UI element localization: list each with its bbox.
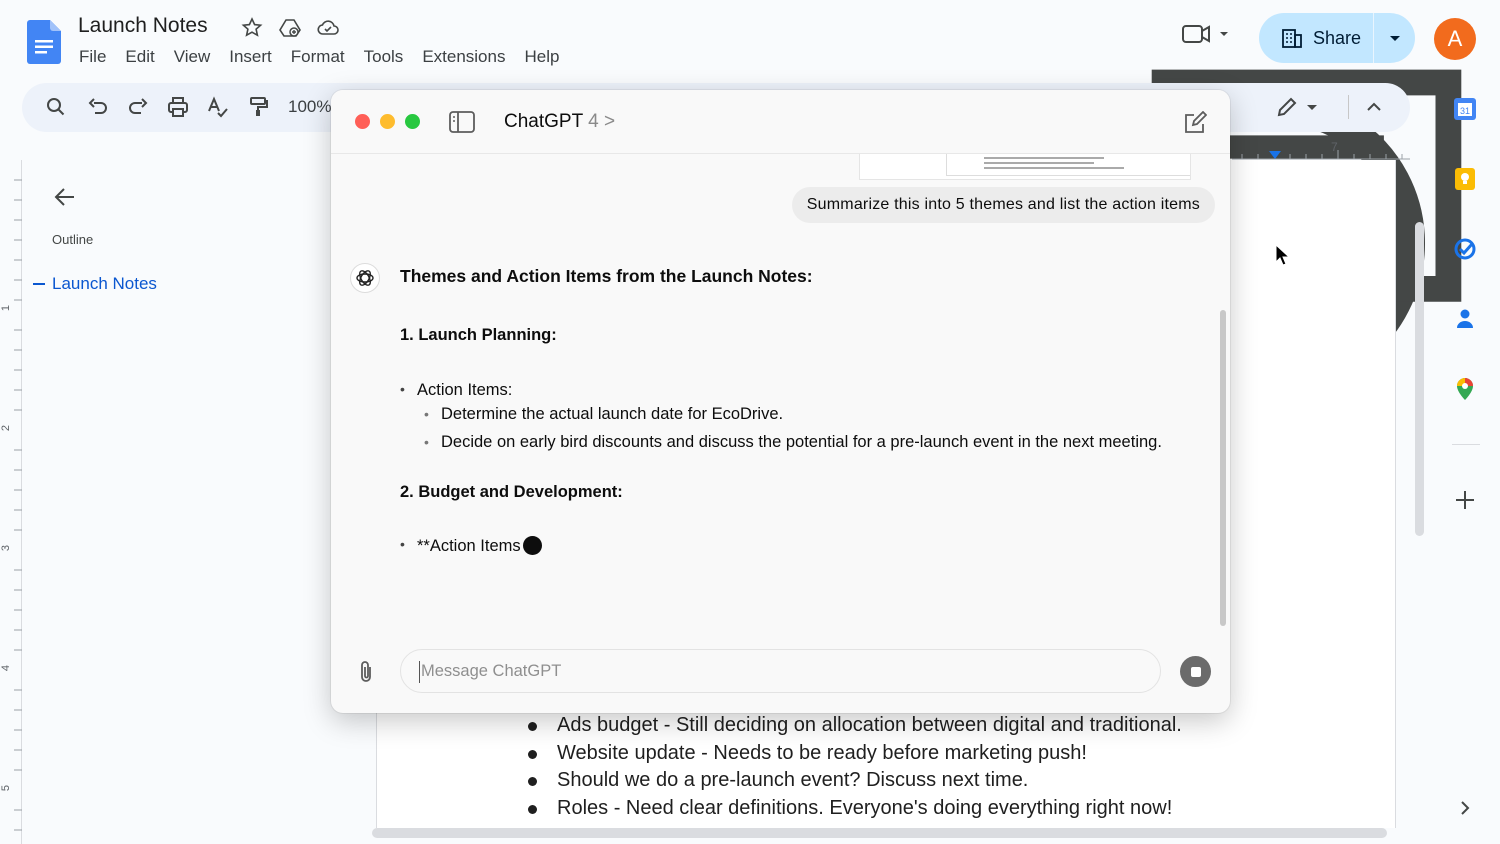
action-items-label-streaming: **Action Items [400, 536, 1190, 556]
outline-label: Outline [52, 232, 94, 247]
zoom-select[interactable]: 100% [288, 97, 331, 117]
chat-scrollbar[interactable] [1220, 310, 1226, 626]
text-caret [419, 661, 420, 683]
menu-format[interactable]: Format [291, 47, 345, 67]
svg-text:31: 31 [1460, 106, 1470, 116]
document-title[interactable]: Launch Notes [78, 14, 208, 38]
share-label: Share [1313, 27, 1362, 48]
theme-1-heading: 1. Launch Planning: [400, 326, 557, 344]
assistant-response: Themes and Action Items from the Launch … [400, 266, 1190, 556]
contacts-icon[interactable] [1452, 306, 1478, 332]
attached-screenshot-thumbnail[interactable] [859, 154, 1191, 180]
docs-header: Launch Notes File Edit View Insert Forma… [0, 0, 1500, 394]
meet-icon[interactable] [1180, 18, 1232, 48]
search-menus-icon[interactable] [44, 95, 68, 119]
hide-menus-chevron-icon[interactable] [1362, 95, 1386, 119]
building-icon [1282, 29, 1302, 48]
list-item[interactable]: Should we do a pre-launch event? Discuss… [528, 767, 1182, 795]
close-outline-arrow-icon[interactable] [52, 184, 78, 210]
show-side-panel-chevron-icon[interactable] [1455, 798, 1475, 818]
menu-tools[interactable]: Tools [364, 47, 404, 67]
menu-insert[interactable]: Insert [229, 47, 272, 67]
vertical-scrollbar[interactable] [1415, 222, 1424, 536]
model-version: 4 > [588, 111, 616, 132]
docs-logo-icon[interactable] [27, 20, 61, 64]
stop-square-icon [1190, 666, 1201, 677]
maps-icon[interactable] [1452, 376, 1478, 402]
model-selector[interactable]: ChatGPT 4 > [504, 111, 615, 133]
horizontal-ruler: 7 [1232, 140, 1410, 160]
outline-item-label: Launch Notes [52, 274, 157, 293]
chatgpt-titlebar: ChatGPT 4 > [331, 90, 1230, 154]
share-dropdown-button[interactable] [1374, 31, 1415, 45]
ruler-mark-1: 1 [0, 304, 13, 312]
menu-bar: File Edit View Insert Format Tools Exten… [79, 47, 578, 67]
attach-paperclip-icon[interactable] [355, 659, 377, 685]
close-window-button[interactable] [355, 114, 370, 129]
paint-format-icon[interactable] [246, 95, 270, 119]
calendar-icon[interactable]: 31 [1452, 96, 1478, 122]
chatgpt-avatar [350, 263, 380, 293]
toggle-sidebar-icon[interactable] [449, 110, 475, 134]
ruler-mark-2: 2 [0, 424, 13, 432]
redo-icon[interactable] [126, 95, 150, 119]
message-input-wrapper [400, 649, 1161, 693]
caret-down-icon [1389, 36, 1400, 41]
minimize-window-button[interactable] [380, 114, 395, 129]
cloud-saved-icon[interactable] [316, 16, 340, 40]
outline-item-launch-notes[interactable]: Launch Notes [33, 274, 157, 294]
openai-logo-icon [356, 270, 374, 286]
chatgpt-window: ChatGPT 4 > Summarize this into 5 themes… [331, 90, 1230, 713]
new-chat-icon[interactable] [1183, 111, 1207, 135]
account-avatar[interactable]: A [1434, 18, 1476, 60]
spellcheck-icon[interactable] [206, 95, 230, 119]
star-icon[interactable] [240, 16, 264, 40]
stop-generating-button[interactable] [1180, 656, 1211, 687]
add-addon-plus-icon[interactable] [1452, 487, 1478, 513]
side-panel-divider [1452, 444, 1480, 445]
action-items-partial-text: **Action Items [417, 537, 521, 555]
response-heading: Themes and Action Items from the Launch … [400, 266, 813, 286]
list-item[interactable]: Website update - Needs to be ready befor… [528, 740, 1182, 768]
editing-mode-caret-icon[interactable] [1304, 95, 1320, 119]
message-input[interactable] [401, 650, 1160, 692]
list-item[interactable]: Roles - Need clear definitions. Everyone… [528, 795, 1182, 823]
ruler-mark-4: 4 [0, 664, 13, 672]
list-item: Decide on early bird discounts and discu… [400, 428, 1190, 456]
print-icon[interactable] [166, 95, 190, 119]
keep-icon[interactable] [1452, 166, 1478, 192]
menu-help[interactable]: Help [524, 47, 559, 67]
move-to-drive-icon[interactable] [278, 16, 302, 40]
theme-2-heading: 2. Budget and Development: [400, 483, 623, 501]
share-button[interactable]: Share [1259, 13, 1415, 63]
streaming-indicator [522, 536, 542, 555]
mouse-pointer-icon [1275, 244, 1291, 266]
document-bullet-list[interactable]: Ads budget - Still deciding on allocatio… [528, 712, 1182, 822]
toolbar-divider [1348, 95, 1349, 119]
ruler-mark-7: 7 [1331, 140, 1338, 154]
action-items-label: Action Items: [400, 381, 1190, 400]
list-item[interactable]: Ads budget - Still deciding on allocatio… [528, 712, 1182, 740]
ruler-mark-5: 5 [0, 784, 13, 792]
undo-icon[interactable] [86, 95, 110, 119]
menu-file[interactable]: File [79, 47, 106, 67]
app-name: ChatGPT [504, 111, 583, 132]
tasks-icon[interactable] [1452, 236, 1478, 262]
zoom-window-button[interactable] [405, 114, 420, 129]
menu-edit[interactable]: Edit [125, 47, 154, 67]
indent-marker-icon [1269, 151, 1281, 159]
outline-item-marker [33, 283, 45, 285]
horizontal-scrollbar[interactable] [372, 828, 1387, 838]
menu-view[interactable]: View [174, 47, 211, 67]
list-item: Determine the actual launch date for Eco… [400, 400, 1190, 428]
editing-mode-icon[interactable] [1275, 95, 1299, 119]
vertical-ruler: 1 2 3 4 5 [0, 160, 22, 844]
menu-extensions[interactable]: Extensions [422, 47, 505, 67]
ruler-mark-3: 3 [0, 544, 13, 552]
user-message: Summarize this into 5 themes and list th… [791, 187, 1215, 223]
side-panel: 31 [1436, 90, 1500, 844]
